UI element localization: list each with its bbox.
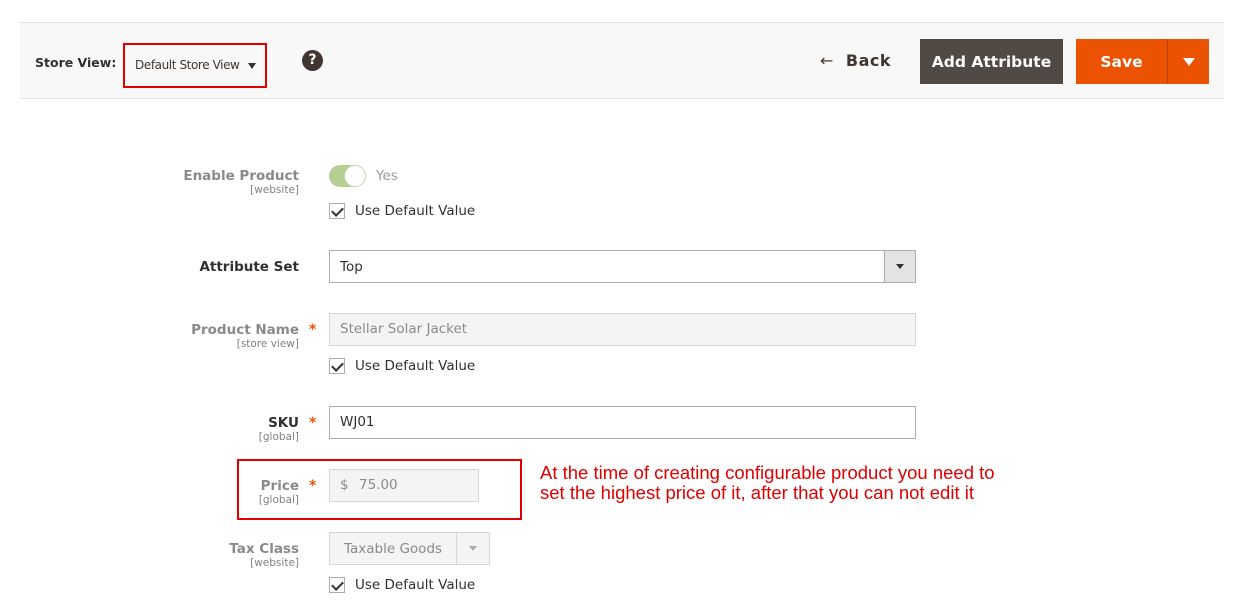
tax-class-scope: [website] <box>250 557 299 569</box>
back-button[interactable]: ← Back <box>820 51 891 70</box>
product-name-input[interactable]: Stellar Solar Jacket <box>329 313 916 346</box>
annotation-line-1: At the time of creating configurable pro… <box>540 462 995 483</box>
attribute-set-select[interactable]: Top <box>329 250 916 283</box>
sku-scope: [global] <box>258 431 299 443</box>
annotation-note: At the time of creating configurable pro… <box>540 463 995 503</box>
enable-product-label: Enable Product <box>183 168 299 184</box>
tax-class-use-default-checkbox[interactable] <box>329 577 345 593</box>
enable-product-use-default-label[interactable]: Use Default Value <box>355 203 475 219</box>
product-name-use-default-checkbox[interactable] <box>329 358 345 374</box>
enable-product-scope: [website] <box>250 184 299 196</box>
tax-class-use-default-label[interactable]: Use Default Value <box>355 577 475 593</box>
caret-down-icon <box>1182 57 1195 66</box>
enable-product-value: Yes <box>376 168 398 184</box>
save-split-button: Save <box>1076 39 1209 84</box>
caret-down-icon <box>456 533 489 564</box>
required-indicator: * <box>309 478 317 494</box>
store-view-label: Store View: <box>35 55 117 70</box>
product-name-label: Product Name <box>191 322 299 338</box>
save-button[interactable]: Save <box>1076 39 1168 84</box>
arrow-left-icon: ← <box>820 51 834 70</box>
save-options-toggle[interactable] <box>1168 39 1209 84</box>
store-view-switcher[interactable]: Default Store View <box>123 43 267 88</box>
annotation-line-2: set the highest price of it, after that … <box>540 482 974 503</box>
caret-down-icon <box>884 251 915 282</box>
price-value: 75.00 <box>359 477 398 493</box>
price-label: Price <box>260 478 299 494</box>
toggle-knob <box>344 165 366 187</box>
price-input[interactable]: $ 75.00 <box>329 469 479 502</box>
enable-product-use-default-checkbox[interactable] <box>329 203 345 219</box>
tax-class-select[interactable]: Taxable Goods <box>329 532 490 565</box>
page-actions-toolbar: Store View: Default Store View ? ← Back … <box>20 22 1224 99</box>
help-icon[interactable]: ? <box>302 50 323 71</box>
required-indicator: * <box>309 415 317 431</box>
product-name-use-default-label[interactable]: Use Default Value <box>355 358 475 374</box>
sku-label: SKU <box>268 415 299 431</box>
attribute-set-value: Top <box>340 259 363 275</box>
attribute-set-label: Attribute Set <box>199 259 299 275</box>
sku-input[interactable]: WJ01 <box>329 406 916 439</box>
tax-class-label: Tax Class <box>229 541 299 557</box>
store-view-value: Default Store View <box>135 58 240 72</box>
price-scope: [global] <box>258 494 299 506</box>
caret-down-icon <box>248 63 256 69</box>
currency-symbol: $ <box>340 477 349 493</box>
add-attribute-button[interactable]: Add Attribute <box>920 39 1063 84</box>
back-label: Back <box>845 51 892 70</box>
tax-class-value: Taxable Goods <box>344 541 443 557</box>
product-name-scope: [store view] <box>236 338 299 350</box>
enable-product-toggle[interactable] <box>329 165 366 187</box>
required-indicator: * <box>309 322 317 338</box>
